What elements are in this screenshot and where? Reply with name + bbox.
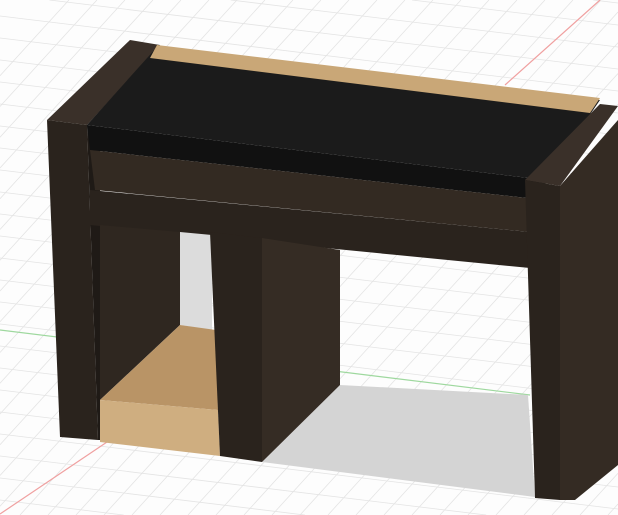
grid-line <box>607 503 618 515</box>
right-leg-side <box>560 120 618 500</box>
grid-line <box>411 0 618 26</box>
left-pedestal-back <box>180 232 212 330</box>
x-axis-line-lower <box>0 439 111 515</box>
scene <box>0 0 618 515</box>
cad-viewport[interactable] <box>0 0 618 515</box>
